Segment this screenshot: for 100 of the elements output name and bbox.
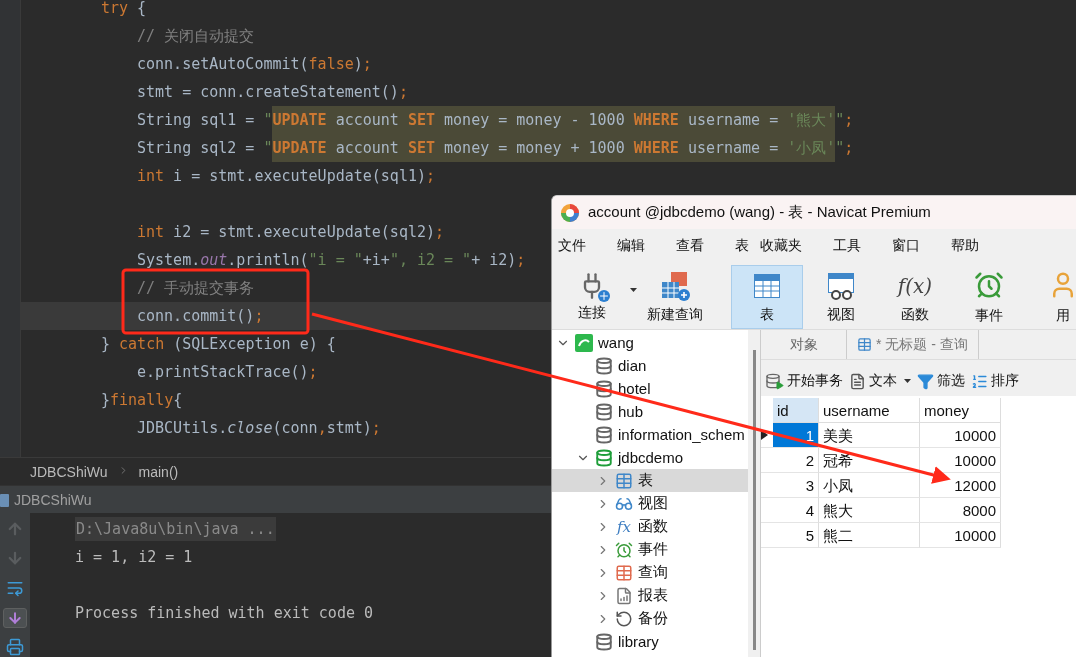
tree-item[interactable]: dian [552, 354, 748, 377]
toolbar-button[interactable]: 事件 [953, 265, 1025, 329]
run-tab[interactable]: JDBCShiWu [14, 491, 92, 508]
column-header[interactable]: money [920, 398, 1001, 423]
toolbar-button[interactable]: 表 [731, 265, 803, 329]
function-icon: f(x) [897, 270, 933, 302]
grid-toolbar-button[interactable]: 筛选 [917, 372, 965, 390]
menu-item[interactable]: 工具 [833, 237, 861, 255]
table-cell: 12000 [920, 473, 1001, 498]
tree-item[interactable]: 报表 [552, 584, 748, 607]
tree-item[interactable]: information_schem [552, 423, 748, 446]
menu-item[interactable]: 帮助 [951, 237, 979, 255]
tree-item[interactable]: 视图 [552, 492, 748, 515]
menu-item[interactable]: 编辑 [617, 237, 645, 255]
code-token: false [308, 54, 354, 75]
code-token: account [326, 134, 408, 162]
table-cell: 3 [773, 473, 819, 498]
code-token: (SQLException e) { [172, 334, 336, 355]
toolbar-button[interactable]: 用 [1027, 265, 1076, 329]
tree-item[interactable]: hotel [552, 377, 748, 400]
table-icon [615, 563, 633, 582]
code-token: " [263, 138, 273, 159]
scroll-to-end-icon[interactable] [3, 607, 27, 628]
code-token: stmt) [326, 418, 372, 439]
table-cell: 4 [773, 498, 819, 523]
code-token: ; [516, 250, 526, 271]
server-icon [575, 333, 593, 352]
table-cell: 10000 [920, 523, 1001, 548]
code-token: SET [407, 106, 436, 134]
grid-toolbar-button[interactable]: 文本 [849, 372, 911, 390]
code-token: " [263, 110, 273, 131]
code-token: ; [426, 166, 436, 187]
grid-toolbar-button[interactable]: 开始事务 [765, 372, 843, 390]
menu-item[interactable]: 窗口 [892, 237, 920, 255]
code-token: , [317, 418, 327, 439]
code-token: ; [398, 82, 408, 103]
code-token: e.printStackTrace() [137, 362, 309, 383]
table-cell: 小凤 [819, 473, 920, 498]
menu-item[interactable]: 查看 [676, 237, 704, 255]
toolbar-button[interactable]: 视图 [805, 265, 877, 329]
toolbar-button[interactable]: 连接 [556, 265, 628, 329]
console-output: i = 1, i2 = 1 [75, 548, 193, 566]
code-token: ", i2 = " [389, 250, 472, 271]
tab[interactable]: * 无标题 - 查询 [847, 330, 979, 359]
database-icon [595, 402, 613, 421]
column-header[interactable]: id [773, 398, 819, 423]
tree-item[interactable]: 查询 [552, 561, 748, 584]
code-token: ; [254, 306, 264, 327]
console-output: Process finished with exit code 0 [75, 604, 373, 622]
code-token: SET [407, 134, 436, 162]
toolbar-button[interactable]: f(x) 函数 [879, 265, 951, 329]
code-token: (conn [272, 418, 318, 439]
breadcrumb-item[interactable]: JDBCShiWu [30, 463, 108, 480]
tree-item[interactable]: fx 函数 [552, 515, 748, 538]
code-token: UPDATE [272, 134, 327, 162]
table-icon [615, 471, 633, 490]
database-icon [595, 425, 613, 444]
tree-item[interactable]: library [552, 630, 748, 653]
table-plus-icon [659, 270, 691, 302]
tab[interactable]: 对象 [761, 330, 847, 359]
window-title: account @jdbcdemo (wang) - 表 - Navicat Premium [588, 203, 931, 222]
code-token: ; [435, 222, 445, 243]
code-token: ) [353, 54, 363, 75]
code-token: // 关闭自动提交 [137, 26, 255, 47]
code-token: "i = " [308, 250, 363, 271]
code-token: ; [844, 110, 854, 131]
document-icon [849, 372, 866, 390]
code-token: ; [844, 138, 854, 159]
code-token: username = [678, 134, 788, 162]
menu-item[interactable]: 文件 [558, 237, 586, 255]
code-token: account [326, 106, 408, 134]
code-token: username = [678, 106, 788, 134]
table-cell: 8000 [920, 498, 1001, 523]
window-icon [0, 491, 10, 508]
tree-item[interactable]: jdbcdemo [552, 446, 748, 469]
code-token: " [835, 138, 845, 159]
grid-toolbar-button[interactable]: 排序 [971, 372, 1019, 390]
code-token: JDBCUtils. [137, 418, 228, 439]
column-header[interactable]: username [819, 398, 920, 423]
tree-item[interactable]: 表 [552, 469, 748, 492]
toolbar-button[interactable]: 新建查询 [639, 265, 711, 329]
code-token: int [137, 222, 165, 243]
code-token: i = stmt.executeUpdate(sql1) [172, 166, 426, 187]
tree-item[interactable]: 备份 [552, 607, 748, 630]
code-token: " [835, 110, 845, 131]
table-cell: 美美 [819, 423, 920, 448]
code-token: int [137, 166, 165, 187]
menu-item[interactable]: 收藏夹 [760, 237, 802, 255]
code-token: stmt = conn.createStatement() [137, 82, 399, 103]
code-token: conn.setAutoCommit( [137, 54, 309, 75]
code-token: i2 = stmt.executeUpdate(sql2) [172, 222, 436, 243]
tree-item[interactable]: wang [552, 331, 748, 354]
scrollbar-thumb[interactable] [752, 350, 756, 650]
code-token: String sql2 = [137, 138, 256, 159]
breadcrumb-item[interactable]: main() [138, 463, 179, 480]
tree-item[interactable]: hub [552, 400, 748, 423]
code-token: conn.commit() [137, 306, 255, 327]
code-token: ; [362, 54, 372, 75]
menu-item[interactable]: 表 [735, 237, 749, 255]
tree-item[interactable]: 事件 [552, 538, 748, 561]
